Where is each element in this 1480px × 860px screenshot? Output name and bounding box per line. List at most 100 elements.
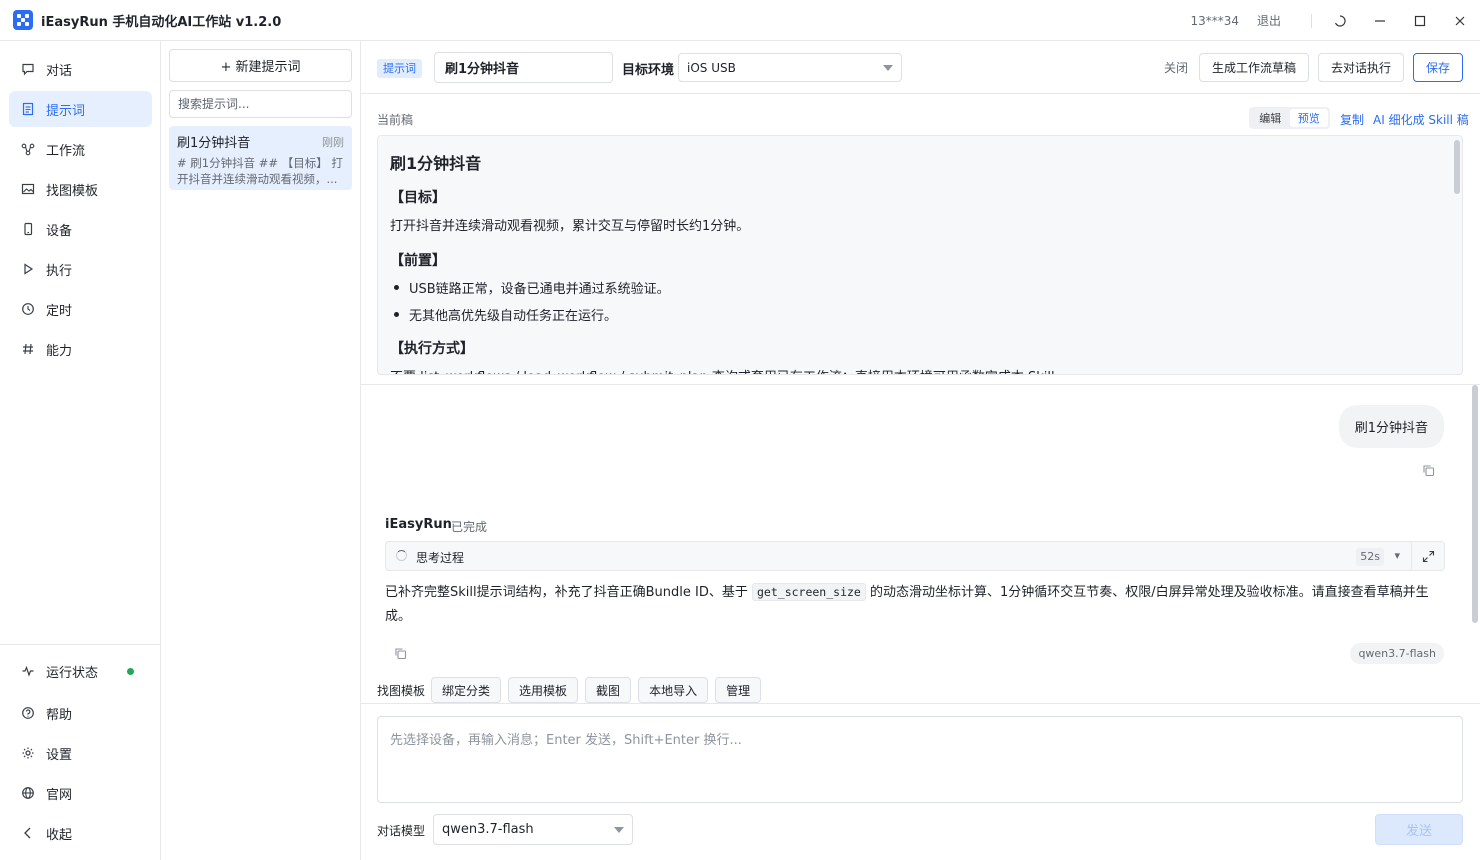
preview-exec-heading: 【执行方式】	[390, 341, 474, 357]
help-icon	[20, 705, 36, 721]
prompt-search-input[interactable]	[169, 90, 352, 118]
prompt-name-input[interactable]	[434, 52, 613, 83]
sidebar-item-label: 定时	[46, 303, 73, 319]
image-template-label: 找图模板	[377, 683, 426, 698]
sidebar-item-execute[interactable]: 执行	[9, 251, 152, 287]
target-env-select[interactable]: iOS USB	[678, 53, 902, 82]
copy-icon[interactable]	[1420, 462, 1436, 478]
draft-preview[interactable]: 刷1分钟抖音 【目标】 打开抖音并连续滑动观看视频，累计交互与停留时长约1分钟。…	[377, 135, 1463, 375]
mode-edit-tab[interactable]: 编辑	[1251, 109, 1290, 127]
sidebar-item-label: 收起	[46, 827, 73, 843]
sidebar-item-run-status[interactable]: 运行状态	[9, 653, 152, 689]
title-bar: iEasyRun 手机自动化AI工作站 v1.2.0 13***34 退出	[0, 0, 1480, 41]
copy-draft-link[interactable]: 复制	[1340, 111, 1364, 128]
close-window-button[interactable]	[1440, 0, 1480, 41]
image-icon	[20, 181, 36, 197]
ai-refine-skill-link[interactable]: AI 细化成 Skill 稿	[1373, 111, 1469, 128]
chat-model-label: 对话模型	[377, 824, 426, 838]
sidebar-item-label: 设置	[46, 747, 73, 763]
sidebar-item-settings[interactable]: 设置	[9, 735, 152, 771]
user-account: 13***34	[1190, 13, 1239, 28]
play-icon	[20, 261, 36, 277]
reply-model-tag: qwen3.7-flash	[1350, 643, 1444, 664]
prompt-type-tag: 提示词	[377, 59, 422, 78]
bot-name: iEasyRun	[385, 517, 452, 532]
view-mode-toggle: 编辑 预览	[1249, 107, 1330, 129]
sidebar-item-label: 执行	[46, 263, 73, 279]
mode-preview-tab[interactable]: 预览	[1289, 109, 1328, 127]
workflow-icon	[20, 141, 36, 157]
editor-toolbar: 提示词 目标环境 iOS USB 关闭 生成工作流草稿 去对话执行 保存	[361, 41, 1480, 94]
prompt-item-title: 刷1分钟抖音	[177, 136, 251, 151]
new-prompt-button[interactable]: + 新建提示词	[169, 49, 352, 82]
status-online-dot	[127, 667, 134, 675]
sidebar-item-workflow[interactable]: 工作流	[9, 131, 152, 167]
bot-reply-text: 已补齐完整Skill提示词结构，补充了抖音正确Bundle ID、基于 get_…	[385, 580, 1447, 629]
loading-indicator-icon	[1320, 0, 1360, 41]
message-input[interactable]	[377, 716, 1463, 803]
minimize-button[interactable]	[1360, 0, 1400, 41]
local-import-button[interactable]: 本地导入	[638, 677, 709, 703]
expand-icon[interactable]	[1420, 548, 1436, 564]
sidebar-item-label: 官网	[46, 787, 73, 803]
chat-model-select[interactable]: qwen3.7-flash	[433, 814, 633, 845]
inline-code: get_screen_size	[752, 583, 866, 601]
logout-link[interactable]: 退出	[1257, 12, 1281, 29]
pulse-icon	[20, 663, 36, 679]
chevron-down-icon[interactable]: ▾	[1394, 549, 1400, 562]
preview-pre-list: USB链路正常，设备已通电并通过系统验证。 无其他高优先级自动任务正在运行。	[390, 278, 1450, 324]
sidebar-item-help[interactable]: 帮助	[9, 695, 152, 731]
thinking-label: 思考过程	[416, 551, 465, 565]
prompt-list-item[interactable]: 刷1分钟抖音 刚刚 # 刷1分钟抖音 ## 【目标】 打开抖音并连续滑动观看视频…	[169, 126, 352, 190]
sidebar: 对话 提示词 工作流 找图模板 设备 执行 定时 能力 运行状态 帮助 设置 官…	[0, 41, 161, 860]
preview-pre-heading: 【前置】	[390, 253, 446, 269]
prompt-editor: 提示词 目标环境 iOS USB 关闭 生成工作流草稿 去对话执行 保存 当前稿…	[361, 41, 1480, 860]
spinner-icon	[396, 550, 407, 561]
image-template-toolbar: 找图模板 绑定分类 选用模板 截图 本地导入 管理	[377, 677, 768, 703]
send-button[interactable]: 发送	[1375, 814, 1463, 845]
document-icon	[20, 101, 36, 117]
bind-category-button[interactable]: 绑定分类	[431, 677, 502, 703]
preview-exec-text: 不要 list_workflows / load_workflow / subm…	[390, 366, 1450, 374]
composer-divider	[361, 703, 1480, 704]
sidebar-item-website[interactable]: 官网	[9, 775, 152, 811]
generate-workflow-button[interactable]: 生成工作流草稿	[1199, 53, 1309, 82]
sidebar-item-image-templates[interactable]: 找图模板	[9, 171, 152, 207]
preview-scrollbar[interactable]	[1454, 140, 1460, 194]
sidebar-item-label: 帮助	[46, 707, 73, 723]
target-env-label: 目标环境	[622, 63, 675, 78]
copy-icon[interactable]	[392, 645, 408, 661]
app-title: iEasyRun 手机自动化AI工作站 v1.2.0	[41, 14, 282, 30]
sidebar-item-devices[interactable]: 设备	[9, 211, 152, 247]
go-chat-execute-button[interactable]: 去对话执行	[1318, 53, 1404, 82]
chat-model-value: qwen3.7-flash	[442, 822, 534, 837]
save-button[interactable]: 保存	[1413, 53, 1463, 82]
thinking-duration: 52s	[1356, 548, 1384, 566]
sidebar-item-prompts[interactable]: 提示词	[9, 91, 152, 127]
sidebar-item-capabilities[interactable]: 能力	[9, 331, 152, 367]
close-editor-link[interactable]: 关闭	[1164, 59, 1188, 76]
settings-icon	[20, 745, 36, 761]
sidebar-item-schedule[interactable]: 定时	[9, 291, 152, 327]
globe-icon	[20, 785, 36, 801]
sidebar-item-label: 提示词	[46, 103, 86, 119]
sidebar-item-label: 工作流	[46, 143, 86, 159]
prompt-list-panel: + 新建提示词 刷1分钟抖音 刚刚 # 刷1分钟抖音 ## 【目标】 打开抖音并…	[161, 41, 361, 860]
chevron-down-icon	[614, 827, 624, 833]
chat-scrollbar[interactable]	[1472, 385, 1478, 623]
maximize-button[interactable]	[1400, 0, 1440, 41]
sidebar-item-label: 找图模板	[46, 183, 99, 199]
prompt-item-time: 刚刚	[322, 136, 344, 149]
manage-templates-button[interactable]: 管理	[715, 677, 762, 703]
thinking-process-panel[interactable]: 思考过程 52s ▾	[385, 541, 1445, 571]
sidebar-item-chat[interactable]: 对话	[9, 51, 152, 87]
sidebar-item-label: 运行状态	[46, 665, 99, 681]
preview-goal-text: 打开抖音并连续滑动观看视频，累计交互与停留时长约1分钟。	[390, 219, 750, 234]
sidebar-collapse-button[interactable]: 收起	[9, 815, 152, 851]
screenshot-button[interactable]: 截图	[585, 677, 632, 703]
prompt-item-snippet: # 刷1分钟抖音 ## 【目标】 打开抖音并连续滑动观看视频，...	[177, 156, 343, 186]
collapse-icon	[20, 825, 36, 841]
select-template-button[interactable]: 选用模板	[508, 677, 579, 703]
reply-text-part: 已补齐完整Skill提示词结构，补充了抖音正确Bundle ID、基于	[385, 585, 748, 600]
preview-title: 刷1分钟抖音	[390, 154, 482, 173]
